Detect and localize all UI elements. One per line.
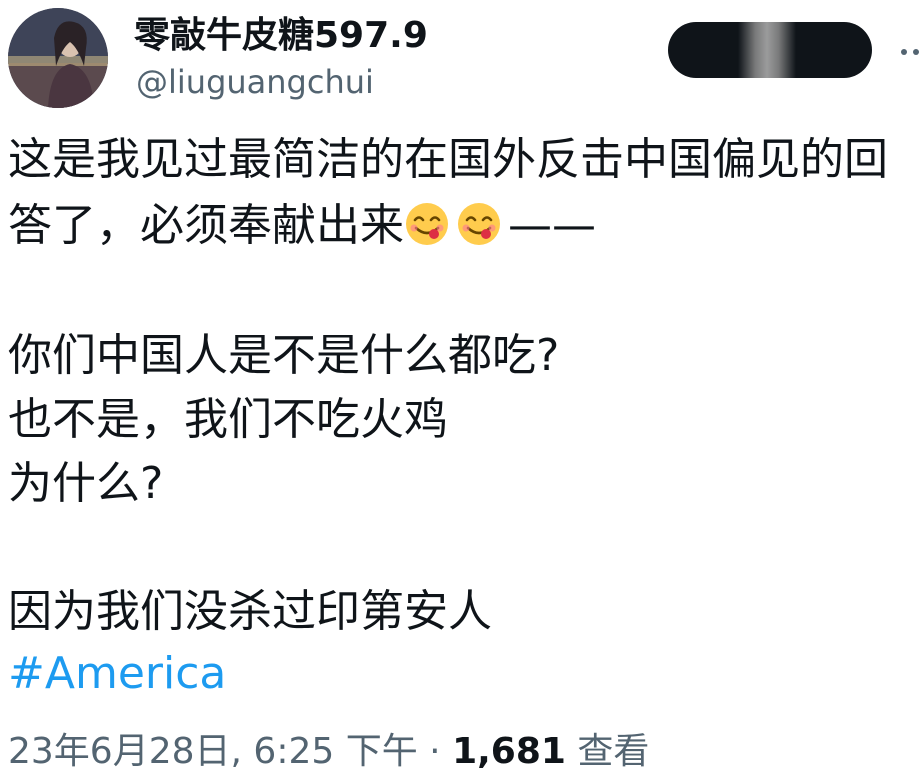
tweet-text-line-3: 你们中国人是不是什么都吃? — [8, 330, 560, 381]
avatar-photo-icon — [8, 8, 108, 108]
meta-separator: · — [429, 731, 441, 772]
ellipsis-icon — [901, 49, 919, 55]
tweet-timestamp[interactable]: 23年6月28日, 6:25 下午 — [8, 731, 418, 772]
tweet-text-line-2-dash: —— — [508, 200, 596, 251]
tweet-text-line-4: 也不是，我们不吃火鸡 — [8, 394, 448, 445]
tweet-meta: 23年6月28日, 6:25 下午 · 1,681 查看 — [8, 728, 649, 775]
tweet-text-line-1: 这是我见过最简洁的在国外反击中国偏见的回 — [8, 134, 888, 185]
author-display-name[interactable]: 零敲牛皮糖597.9 — [134, 14, 428, 58]
tweet-text-line-5: 为什么? — [8, 458, 164, 509]
views-label: 查看 — [577, 731, 650, 772]
tweet-text-line-2-main: 答了，必须奉献出来 — [8, 200, 404, 251]
author-avatar[interactable] — [8, 8, 108, 108]
follow-button[interactable] — [668, 22, 872, 78]
tweet-text-line-2: 答了，必须奉献出来 —— — [8, 196, 596, 256]
face-savoring-food-icon — [404, 201, 450, 247]
face-savoring-food-icon — [456, 201, 502, 247]
more-options-icon[interactable] — [896, 32, 920, 72]
hashtag-link[interactable]: #America — [8, 644, 226, 704]
views-count: 1,681 — [452, 731, 566, 772]
blurred-button-label — [738, 22, 796, 78]
author-handle[interactable]: @liuguangchui — [136, 62, 374, 102]
tweet-text-line-6: 因为我们没杀过印第安人 — [8, 586, 492, 637]
